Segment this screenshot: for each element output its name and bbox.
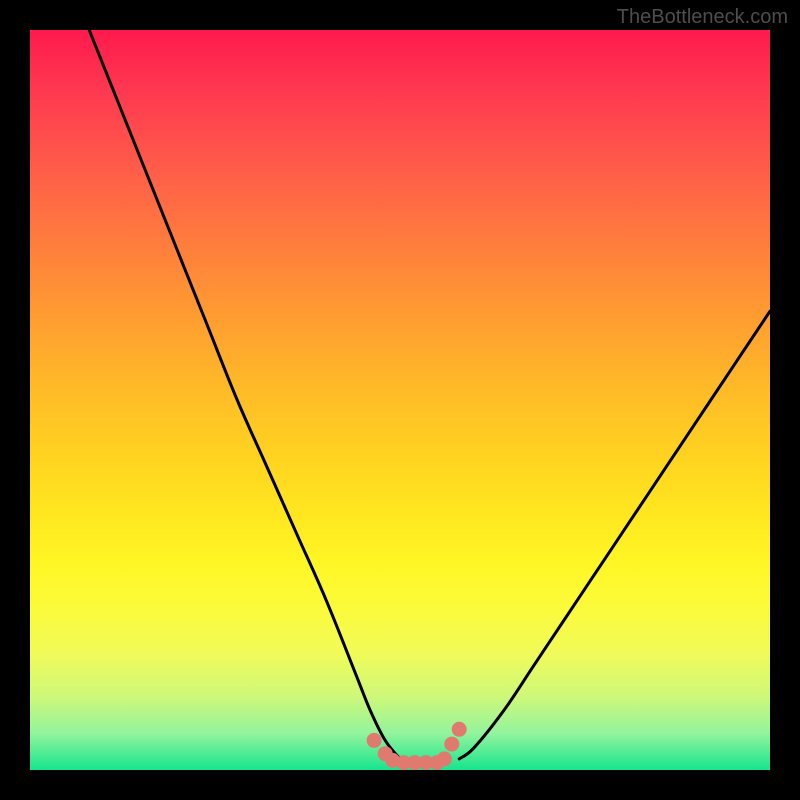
floor-marker (367, 733, 382, 748)
watermark-text: TheBottleneck.com (617, 6, 788, 29)
curves-layer (89, 30, 770, 759)
curve-right-curve (459, 311, 770, 759)
chart-svg (30, 30, 770, 770)
plot-area (30, 30, 770, 770)
chart-frame: TheBottleneck.com (0, 0, 800, 800)
floor-marker (444, 737, 459, 752)
floor-marker (437, 751, 452, 766)
markers-layer (367, 722, 467, 770)
curve-left-curve (89, 30, 400, 759)
floor-marker (452, 722, 467, 737)
